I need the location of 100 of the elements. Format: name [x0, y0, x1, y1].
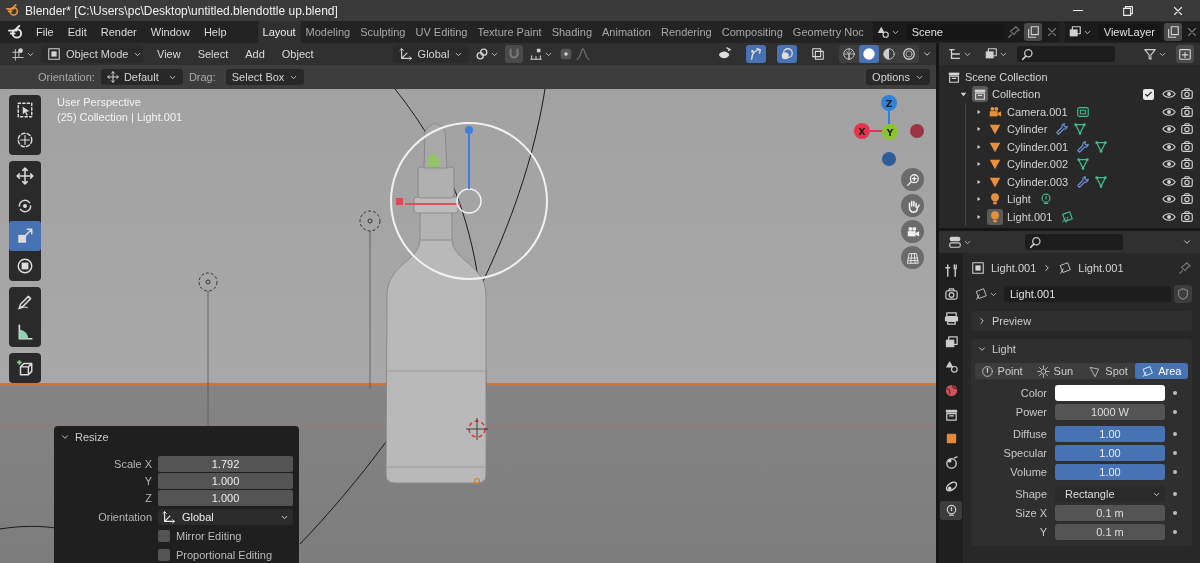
data-tab[interactable]: [940, 501, 962, 520]
scale-tool[interactable]: [9, 221, 41, 251]
gizmo-toggle[interactable]: [746, 45, 766, 63]
axis-handle[interactable]: [882, 152, 896, 166]
menu-item[interactable]: Window: [143, 26, 197, 38]
chevron-icon[interactable]: [922, 49, 932, 59]
menu-item[interactable]: Add: [238, 48, 272, 60]
camera-icon[interactable]: [1180, 174, 1194, 189]
chevron-icon[interactable]: [60, 432, 70, 442]
options-dropdown[interactable]: Options: [866, 69, 930, 85]
pin-icon[interactable]: [1178, 261, 1192, 275]
light-type-button[interactable]: Area: [1134, 363, 1188, 379]
checkbox[interactable]: [158, 549, 170, 561]
menu-item[interactable]: Select: [190, 48, 236, 60]
keyframe-dot[interactable]: [1173, 492, 1177, 496]
keyframe-dot[interactable]: [1173, 432, 1177, 436]
tree-item[interactable]: Collection: [992, 88, 1041, 101]
workspace-tab[interactable]: Shading: [546, 21, 598, 43]
camera-icon[interactable]: [1180, 192, 1194, 207]
camera-icon[interactable]: [1180, 157, 1194, 172]
workspace-tab[interactable]: Compositing: [716, 21, 788, 43]
keyframe-dot[interactable]: [1173, 511, 1177, 515]
axis-handle[interactable]: [910, 124, 924, 138]
wrench-icon[interactable]: [1076, 139, 1091, 154]
camera-icon[interactable]: [1180, 104, 1194, 119]
menu-item[interactable]: View: [150, 48, 188, 60]
light-data-icon[interactable]: [1038, 192, 1053, 207]
scene-field[interactable]: Scene: [905, 24, 1004, 40]
workspace-tab[interactable]: Animation: [597, 21, 656, 43]
mode-dropdown[interactable]: Object Mode: [41, 45, 143, 63]
chevron-icon[interactable]: [1182, 237, 1192, 247]
tree-item[interactable]: Cylinder.001: [1007, 140, 1069, 153]
orientation-dropdown[interactable]: Global: [158, 509, 293, 525]
orientation-dropdown[interactable]: Default: [100, 69, 183, 85]
overlay-toggle[interactable]: [777, 45, 797, 63]
camera-view-button[interactable]: [901, 220, 924, 243]
number-field[interactable]: 1.000: [158, 473, 293, 489]
grid-button[interactable]: [901, 246, 924, 269]
workspace-tab[interactable]: Layout: [257, 21, 301, 43]
fake-user-button[interactable]: [1174, 285, 1192, 303]
search-field[interactable]: [1025, 234, 1123, 250]
menu-item[interactable]: Edit: [60, 26, 94, 38]
axis-handle[interactable]: Z: [881, 95, 897, 111]
datablock-field[interactable]: Light.001: [1004, 286, 1171, 302]
keyframe-dot[interactable]: [1173, 410, 1177, 414]
checkbox[interactable]: [1143, 88, 1154, 100]
copy-icon[interactable]: [1023, 23, 1042, 41]
keyframe-dot[interactable]: [1173, 451, 1177, 455]
camera-icon[interactable]: [1180, 139, 1194, 154]
tree-item[interactable]: Light.001: [1007, 210, 1053, 223]
panel-title[interactable]: Light: [992, 343, 1016, 355]
slider-field[interactable]: 1.00: [1055, 445, 1165, 461]
magnet-icon[interactable]: [505, 45, 524, 63]
pan-button[interactable]: [901, 194, 924, 217]
axis-handle[interactable]: X: [854, 123, 870, 139]
number-field[interactable]: 1.000: [158, 490, 293, 506]
number-field[interactable]: 0.1 m: [1055, 505, 1165, 521]
workspace-tab[interactable]: Rendering: [655, 21, 717, 43]
proportional-editing-icon[interactable]: [559, 47, 574, 61]
number-field[interactable]: 0.1 m: [1055, 524, 1165, 540]
light-type-button[interactable]: Spot: [1081, 363, 1135, 379]
zoom-button[interactable]: [901, 168, 924, 191]
workspace-tab[interactable]: Sculpting: [355, 21, 411, 43]
chevron-icon[interactable]: [977, 344, 987, 354]
copy-icon[interactable]: [1163, 23, 1182, 41]
menu-item[interactable]: Object: [274, 48, 321, 60]
number-field[interactable]: 1000 W: [1055, 404, 1165, 420]
workspace-tab[interactable]: Modeling: [300, 21, 356, 43]
shape-dropdown[interactable]: Rectangle: [1055, 486, 1165, 502]
axis-handle[interactable]: Y: [882, 124, 898, 140]
tree-item[interactable]: Scene Collection: [965, 70, 1048, 83]
drag-dropdown[interactable]: Select Box: [225, 69, 305, 85]
tree-item[interactable]: Cylinder.002: [1007, 158, 1069, 171]
mesh-data-icon[interactable]: [1076, 157, 1091, 172]
menu-item[interactable]: Render: [93, 26, 144, 38]
falloff-icon[interactable]: [576, 47, 591, 61]
mesh-data-icon[interactable]: [1094, 174, 1109, 189]
keyframe-dot[interactable]: [1173, 530, 1177, 534]
tree-item[interactable]: Light: [1007, 193, 1031, 206]
wrench-icon[interactable]: [1055, 122, 1070, 137]
chevron-icon[interactable]: [977, 316, 987, 326]
light-type-button[interactable]: Sun: [1028, 363, 1082, 379]
keyframe-dot[interactable]: [1173, 470, 1177, 474]
workspace-tab[interactable]: UV Editing: [410, 21, 473, 43]
pin-icon[interactable]: [1006, 25, 1021, 39]
light-type-button[interactable]: Point: [975, 363, 1029, 379]
tree-item[interactable]: Cylinder.003: [1007, 175, 1069, 188]
tree-item[interactable]: Cylinder: [1007, 123, 1048, 136]
workspace-tab[interactable]: Geometry Noc: [787, 21, 869, 43]
mesh-data-icon[interactable]: [1094, 139, 1109, 154]
new-collection-icon[interactable]: [1176, 45, 1194, 63]
color-swatch[interactable]: [1055, 385, 1165, 401]
slider-field[interactable]: 1.00: [1055, 464, 1165, 480]
keyframe-dot[interactable]: [1173, 391, 1177, 395]
tree-item[interactable]: Camera.001: [1007, 105, 1068, 118]
checkbox[interactable]: [158, 530, 170, 542]
camera-icon[interactable]: [1180, 87, 1194, 102]
workspace-tab[interactable]: Texture Paint: [472, 21, 547, 43]
solid-shading-button[interactable]: [859, 45, 879, 63]
search-field[interactable]: [1017, 46, 1115, 62]
